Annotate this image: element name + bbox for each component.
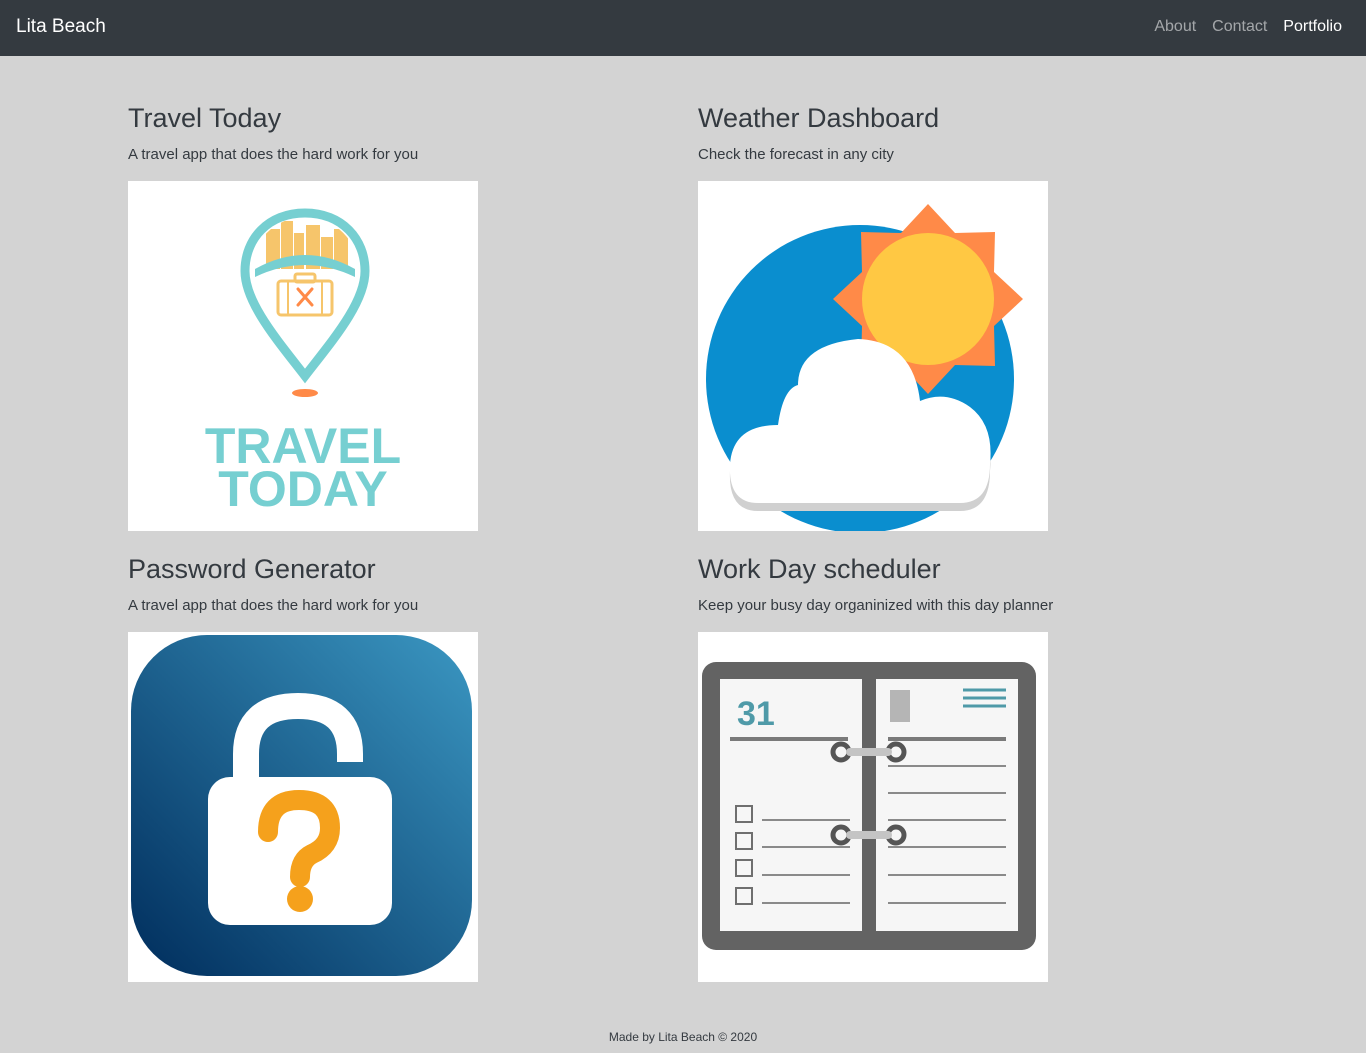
nav-link-portfolio[interactable]: Portfolio xyxy=(1283,18,1342,36)
date-number: 31 xyxy=(737,695,775,733)
logo-text-line2: TODAY xyxy=(218,461,388,517)
project-description: Check the forecast in any city xyxy=(698,146,894,163)
brand-link[interactable]: Lita Beach xyxy=(16,16,106,38)
travel-pin-suitcase-logo-icon: TRAVEL TODAY xyxy=(128,181,478,531)
padlock-question-icon xyxy=(128,632,478,982)
project-image-link[interactable] xyxy=(128,632,478,982)
project-card-weather-dashboard: Weather Dashboard Check the forecast in … xyxy=(698,102,1218,531)
project-card-password-generator: Password Generator A travel app that doe… xyxy=(128,553,648,982)
project-title: Password Generator xyxy=(128,554,376,584)
nav-link-about[interactable]: About xyxy=(1154,18,1196,36)
day-planner-icon: 31 xyxy=(698,632,1048,982)
footer: Made by Lita Beach © 2020 xyxy=(608,1030,758,1044)
project-description: A travel app that does the hard work for… xyxy=(128,146,419,163)
project-description: A travel app that does the hard work for… xyxy=(128,597,419,614)
sun-cloud-weather-icon xyxy=(698,181,1048,531)
nav-links: About Contact Portfolio xyxy=(1154,18,1342,36)
project-title: Weather Dashboard xyxy=(698,103,940,133)
project-card-travel-today: Travel Today A travel app that does the … xyxy=(128,102,648,531)
project-title: Work Day scheduler xyxy=(698,554,941,584)
project-image-link[interactable]: TRAVEL TODAY xyxy=(128,181,478,531)
project-card-work-day-scheduler: Work Day scheduler Keep your busy day or… xyxy=(698,553,1218,982)
navbar: Lita Beach About Contact Portfolio xyxy=(0,0,1366,56)
project-title: Travel Today xyxy=(128,103,282,133)
nav-link-contact[interactable]: Contact xyxy=(1212,18,1267,36)
project-image-link[interactable]: 31 xyxy=(698,632,1048,982)
project-image-link[interactable] xyxy=(698,181,1048,531)
project-description: Keep your busy day organinized with this… xyxy=(698,597,1054,614)
